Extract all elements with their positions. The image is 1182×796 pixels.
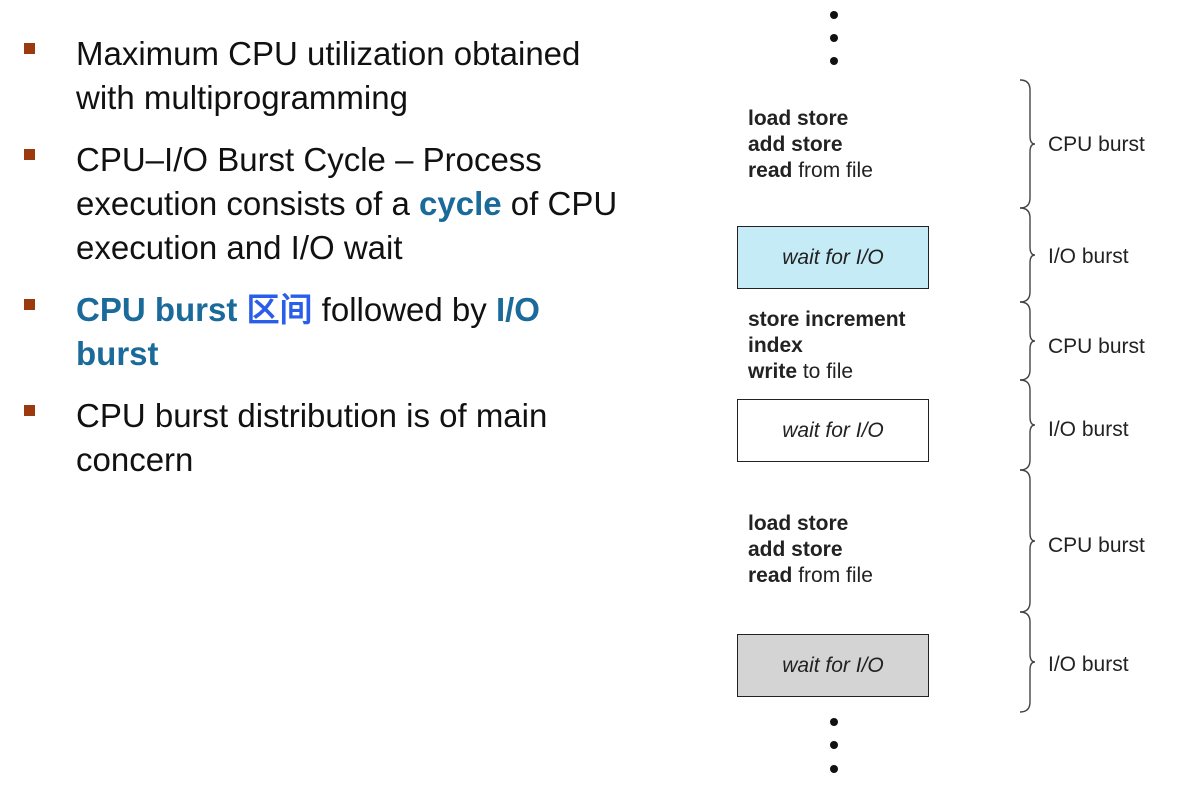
code-keyword: index <box>748 334 803 357</box>
code-text: to file <box>797 360 854 383</box>
burst-label-cpu-2: CPU burst <box>1048 335 1145 358</box>
bullet-text: CPU–I/O Burst Cycle – Process execution … <box>76 138 620 270</box>
code-block-2: store increment index write to file <box>748 307 906 385</box>
wait-box-label: wait for I/O <box>782 418 884 442</box>
ellipsis-dot-top-2 <box>830 34 838 42</box>
bullet-text: CPU burst distribution is of main concer… <box>76 394 620 482</box>
code-line: add store <box>748 132 873 158</box>
brace-io-3 <box>1019 611 1036 713</box>
bullet-item: Maximum CPU utilization obtained with mu… <box>20 32 620 120</box>
ellipsis-dot-top-1 <box>830 11 838 19</box>
bullet-text-segment: 区间 <box>246 291 313 328</box>
code-line: index <box>748 333 906 359</box>
bullet-text-segment: Maximum CPU utilization obtained with mu… <box>76 35 581 116</box>
ellipsis-dot-top-3 <box>830 57 838 65</box>
brace-io-1 <box>1019 207 1036 303</box>
bullet-text: CPU burst 区间 followed by I/O burst <box>76 288 620 376</box>
code-block-1: load store add store read from file <box>748 106 873 184</box>
bullet-text-segment: cycle <box>419 185 502 222</box>
code-text: from file <box>792 564 873 587</box>
code-line: load store <box>748 106 873 132</box>
burst-braces <box>1019 79 1036 713</box>
bullet-item: CPU–I/O Burst Cycle – Process execution … <box>20 138 620 270</box>
code-keyword: load store <box>748 512 849 535</box>
code-keyword: add store <box>748 538 843 561</box>
bullet-list: Maximum CPU utilization obtained with mu… <box>20 32 620 500</box>
burst-label-io-2: I/O burst <box>1048 418 1129 441</box>
wait-box-label: wait for I/O <box>782 245 884 269</box>
bullet-item: CPU burst distribution is of main concer… <box>20 394 620 482</box>
burst-label-cpu-3: CPU burst <box>1048 534 1145 557</box>
code-line: read from file <box>748 563 873 589</box>
bullet-marker-icon <box>24 405 35 416</box>
wait-box-1: wait for I/O <box>737 226 929 289</box>
bullet-text: Maximum CPU utilization obtained with mu… <box>76 32 620 120</box>
wait-box-2: wait for I/O <box>737 399 929 462</box>
burst-label-io-3: I/O burst <box>1048 653 1129 676</box>
ellipsis-dot-bottom-3 <box>830 765 838 773</box>
bullet-marker-icon <box>24 43 35 54</box>
code-keyword: read <box>748 564 793 587</box>
burst-label-cpu-1: CPU burst <box>1048 133 1145 156</box>
code-keyword: store increment <box>748 308 906 331</box>
code-line: store increment <box>748 307 906 333</box>
ellipsis-dot-bottom-1 <box>830 718 838 726</box>
bullet-item: CPU burst 区间 followed by I/O burst <box>20 288 620 376</box>
burst-label-io-1: I/O burst <box>1048 245 1129 268</box>
bullet-marker-icon <box>24 299 35 310</box>
wait-box-label: wait for I/O <box>782 653 884 677</box>
code-line: add store <box>748 537 873 563</box>
bullet-text-segment: CPU burst <box>76 291 247 328</box>
code-block-3: load store add store read from file <box>748 511 873 589</box>
code-line: load store <box>748 511 873 537</box>
brace-cpu-2 <box>1019 301 1036 381</box>
bullet-text-segment: CPU burst distribution is of main concer… <box>76 397 548 478</box>
brace-cpu-3 <box>1019 469 1036 613</box>
code-line: read from file <box>748 158 873 184</box>
brace-io-2 <box>1019 379 1036 471</box>
bullet-marker-icon <box>24 149 35 160</box>
wait-box-3: wait for I/O <box>737 634 929 697</box>
bullet-text-segment: followed by <box>312 291 496 328</box>
brace-cpu-1 <box>1019 79 1036 209</box>
code-keyword: write <box>748 360 798 383</box>
ellipsis-dot-bottom-2 <box>830 741 838 749</box>
code-keyword: load store <box>748 107 849 130</box>
code-keyword: add store <box>748 133 843 156</box>
code-text: from file <box>792 159 873 182</box>
code-line: write to file <box>748 359 906 385</box>
code-keyword: read <box>748 159 793 182</box>
